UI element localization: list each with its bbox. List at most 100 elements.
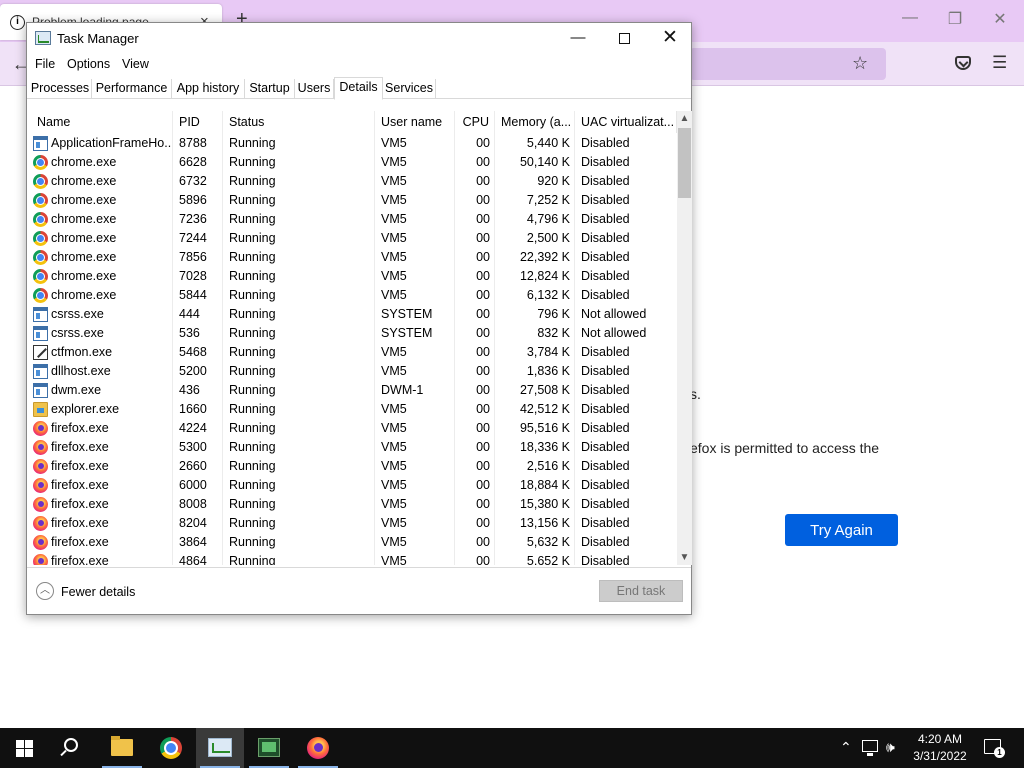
table-row[interactable]: dwm.exe 436 Running DWM-1 00 27,508 K Disabled <box>29 381 677 400</box>
cpu-cell: 00 <box>476 421 490 435</box>
table-row[interactable]: csrss.exe 444 Running SYSTEM 00 796 K Not allo… <box>29 305 677 324</box>
search-button[interactable] <box>49 728 97 768</box>
table-row[interactable]: dllhost.exe 5200 Running VM5 00 1,836 K Disabl… <box>29 362 677 381</box>
vertical-scrollbar[interactable]: ▲ ▼ <box>677 111 692 565</box>
menu-options[interactable]: Options <box>67 57 110 71</box>
status-cell: Running <box>229 535 276 549</box>
column-header-cpu[interactable]: CPU <box>455 111 495 133</box>
tab-app-history[interactable]: App history <box>172 79 245 99</box>
cpu-cell: 00 <box>476 193 490 207</box>
table-row[interactable]: chrome.exe 6732 Running VM5 00 920 K Disabled <box>29 172 677 191</box>
taskbar-firefox[interactable] <box>294 728 342 768</box>
uac-cell: Disabled <box>581 497 630 511</box>
task-manager-window: Task Manager — ✕ File Options View Proce… <box>26 22 692 615</box>
window-minimize-icon[interactable]: — <box>895 9 925 27</box>
table-row[interactable]: chrome.exe 7028 Running VM5 00 12,824 K Disabl… <box>29 267 677 286</box>
pid-cell: 8204 <box>179 516 207 530</box>
chrome-process-icon <box>33 155 48 170</box>
column-header-memory[interactable]: Memory (a... <box>495 111 575 133</box>
end-task-button[interactable]: End task <box>599 580 683 602</box>
scroll-down-icon[interactable]: ▼ <box>677 550 692 565</box>
table-row[interactable]: firefox.exe 5300 Running VM5 00 18,336 K Disab… <box>29 438 677 457</box>
maximize-button[interactable] <box>601 23 647 53</box>
bookmark-star-icon[interactable]: ☆ <box>852 53 868 74</box>
menu-file[interactable]: File <box>35 57 55 71</box>
window-close-icon[interactable]: ✕ <box>985 9 1015 29</box>
try-again-button[interactable]: Try Again <box>785 514 898 546</box>
tab-services[interactable]: Services <box>383 79 436 99</box>
process-name-cell: explorer.exe <box>51 402 120 416</box>
task-manager-icon <box>208 738 232 757</box>
start-button[interactable] <box>0 728 48 768</box>
table-row[interactable]: chrome.exe 5844 Running VM5 00 6,132 K Disable… <box>29 286 677 305</box>
uac-cell: Disabled <box>581 402 630 416</box>
hamburger-menu-icon[interactable]: ☰ <box>992 53 1007 73</box>
column-header-user-name[interactable]: User name <box>375 111 455 133</box>
taskbar-task-manager[interactable] <box>196 728 244 768</box>
scroll-up-icon[interactable]: ▲ <box>677 111 692 126</box>
table-row[interactable]: firefox.exe 4864 Running VM5 00 5,652 K Disabl… <box>29 552 677 565</box>
tab-strip: Processes Performance App history Startu… <box>27 77 691 100</box>
table-row[interactable]: firefox.exe 2660 Running VM5 00 2,516 K Disabl… <box>29 457 677 476</box>
cpu-cell: 00 <box>476 307 490 321</box>
tab-details[interactable]: Details <box>334 77 383 100</box>
clock-time[interactable]: 4:20 AM <box>910 732 970 746</box>
cpu-cell: 00 <box>476 402 490 416</box>
chevron-up-icon[interactable]: ︿ <box>36 582 54 600</box>
cpu-cell: 00 <box>476 326 490 340</box>
table-row[interactable]: firefox.exe 8204 Running VM5 00 13,156 K Disab… <box>29 514 677 533</box>
status-cell: Running <box>229 231 276 245</box>
pocket-icon[interactable] <box>955 56 971 70</box>
table-row[interactable]: chrome.exe 5896 Running VM5 00 7,252 K Disable… <box>29 191 677 210</box>
minimize-button[interactable]: — <box>555 23 601 53</box>
process-name-cell: dwm.exe <box>51 383 102 397</box>
table-row[interactable]: chrome.exe 7244 Running VM5 00 2,500 K Disable… <box>29 229 677 248</box>
table-row[interactable]: csrss.exe 536 Running SYSTEM 00 832 K Not allo… <box>29 324 677 343</box>
table-row[interactable]: firefox.exe 3864 Running VM5 00 5,632 K Disabl… <box>29 533 677 552</box>
user-name-cell: VM5 <box>381 269 407 283</box>
window-restore-icon[interactable]: ❐ <box>940 9 970 29</box>
table-row[interactable]: firefox.exe 8008 Running VM5 00 15,380 K Disab… <box>29 495 677 514</box>
taskbar-chrome[interactable] <box>147 728 195 768</box>
search-icon <box>64 738 78 752</box>
tab-users[interactable]: Users <box>295 79 334 99</box>
tab-processes[interactable]: Processes <box>29 79 92 99</box>
menu-view[interactable]: View <box>122 57 149 71</box>
user-name-cell: VM5 <box>381 497 407 511</box>
title-bar[interactable]: Task Manager — ✕ <box>27 23 691 53</box>
scroll-thumb[interactable] <box>678 128 691 198</box>
status-cell: Running <box>229 155 276 169</box>
table-row[interactable]: chrome.exe 7856 Running VM5 00 22,392 K Disabl… <box>29 248 677 267</box>
column-header-pid[interactable]: PID <box>173 111 223 133</box>
table-row[interactable]: firefox.exe 4224 Running VM5 00 95,516 K Disab… <box>29 419 677 438</box>
firefox-process-icon <box>33 440 48 455</box>
cpu-cell: 00 <box>476 516 490 530</box>
clock-date[interactable]: 3/31/2022 <box>910 749 970 763</box>
tray-overflow-chevron-icon[interactable]: ⌃ <box>840 739 852 756</box>
taskbar-app[interactable] <box>245 728 293 768</box>
table-row[interactable]: chrome.exe 7236 Running VM5 00 4,796 K Disable… <box>29 210 677 229</box>
table-row[interactable]: explorer.exe 1660 Running VM5 00 42,512 K Disa… <box>29 400 677 419</box>
sort-ascending-icon: ^ <box>95 111 99 114</box>
table-row[interactable]: firefox.exe 6000 Running VM5 00 18,884 K Disab… <box>29 476 677 495</box>
status-cell: Running <box>229 250 276 264</box>
table-row[interactable]: ctfmon.exe 5468 Running VM5 00 3,784 K Disable… <box>29 343 677 362</box>
network-icon[interactable] <box>862 740 878 756</box>
memory-cell: 6,132 K <box>526 288 570 302</box>
tab-performance[interactable]: Performance <box>92 79 172 99</box>
pid-cell: 6628 <box>179 155 207 169</box>
column-header-status[interactable]: Status <box>223 111 375 133</box>
taskbar-file-explorer[interactable] <box>98 728 146 768</box>
column-header-name[interactable]: Name <box>29 111 173 133</box>
status-cell: Running <box>229 174 276 188</box>
chrome-process-icon <box>33 269 48 284</box>
process-name-cell: chrome.exe <box>51 269 117 283</box>
close-button[interactable]: ✕ <box>647 23 693 53</box>
fewer-details-link[interactable]: Fewer details <box>61 585 135 599</box>
column-header-uac-virtualization[interactable]: UAC virtualizat... <box>575 111 677 133</box>
firefox-process-icon <box>33 516 48 531</box>
table-row[interactable]: ApplicationFrameHo... 8788 Running VM5 00 5,4… <box>29 134 677 153</box>
table-row[interactable]: chrome.exe 6628 Running VM5 00 50,140 K Disabl… <box>29 153 677 172</box>
tab-startup[interactable]: Startup <box>245 79 295 99</box>
volume-icon[interactable]: 🕪 <box>886 739 895 756</box>
